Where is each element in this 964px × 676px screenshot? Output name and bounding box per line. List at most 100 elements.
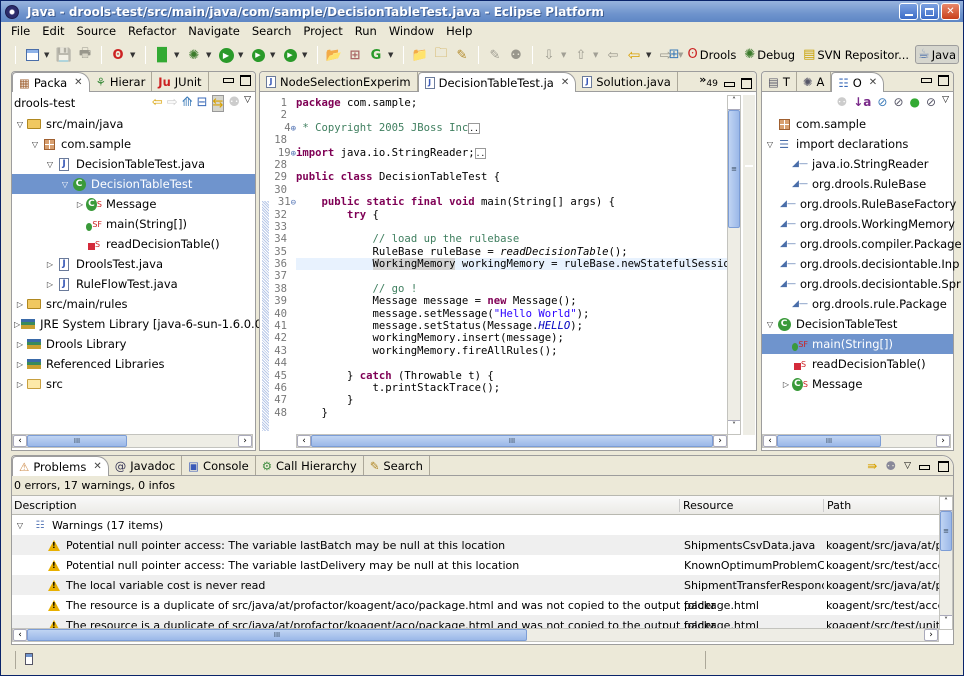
problems-vscroll[interactable]: ˄ ≡ ˅: [939, 496, 953, 630]
code-line[interactable]: message.setMessage("Hello World");: [296, 308, 728, 320]
tab-search[interactable]: ✎ Search: [364, 456, 430, 475]
code-line[interactable]: public static final void main(String[] a…: [296, 196, 728, 208]
tab-close-icon[interactable]: ✕: [869, 77, 877, 88]
twisty-open-icon[interactable]: ▽: [764, 140, 776, 149]
tree-item[interactable]: SF main(String[]): [762, 334, 953, 354]
tab-javadoc[interactable]: @ Javadoc: [109, 456, 183, 475]
code-line[interactable]: }: [296, 394, 728, 406]
code-line[interactable]: [296, 134, 728, 146]
maximize-button[interactable]: [920, 3, 939, 20]
maximize-view-button[interactable]: [938, 75, 949, 86]
tree-item[interactable]: ▷ C S Message: [12, 194, 255, 214]
scroll-thumb[interactable]: III: [311, 435, 713, 447]
code-line[interactable]: t.printStackTrace();: [296, 382, 728, 394]
tab-problems[interactable]: ⚠ Problems ✕: [12, 456, 109, 476]
tree-item[interactable]: ▽ C DecisionTableTest: [12, 174, 255, 194]
scroll-thumb[interactable]: III: [27, 629, 527, 641]
tab-close-icon[interactable]: ✕: [93, 461, 101, 472]
focus-on-active-icon[interactable]: ⇛: [867, 459, 877, 473]
package-explorer-hscroll[interactable]: ‹ III ›: [12, 434, 253, 448]
last-edit-location-icon[interactable]: ⇦: [604, 46, 622, 64]
perspective-drools[interactable]: ʘ Drools: [686, 46, 739, 63]
problem-row[interactable]: Potential null pointer access: The varia…: [12, 555, 939, 575]
menu-project[interactable]: Project: [297, 24, 348, 38]
code-line[interactable]: import java.io.StringReader;..: [296, 147, 728, 159]
back-icon[interactable]: ⇦: [152, 95, 163, 112]
tree-item[interactable]: com.sample: [762, 114, 953, 134]
twisty-open-icon[interactable]: ▽: [59, 180, 71, 189]
twisty-closed-icon[interactable]: ▷: [74, 200, 86, 209]
tree-item[interactable]: ◢— org.drools.decisiontable.Spr: [762, 274, 961, 294]
twisty-open-icon[interactable]: ▽: [14, 521, 26, 530]
perspective-java[interactable]: ☕ Java: [915, 45, 959, 64]
maximize-view-button[interactable]: [240, 75, 251, 86]
code-area[interactable]: package com.sample; * Copyright 2005 JBo…: [296, 97, 728, 437]
hide-local-types-icon[interactable]: ⊘: [926, 95, 936, 109]
hide-fields-icon[interactable]: ⊘: [877, 95, 887, 109]
tab-solution-java[interactable]: J Solution.java: [576, 72, 678, 91]
minimize-view-button[interactable]: [919, 465, 930, 470]
scroll-thumb[interactable]: III: [777, 435, 881, 447]
menu-window[interactable]: Window: [383, 24, 440, 38]
menu-search[interactable]: Search: [246, 24, 298, 38]
tab-a[interactable]: ✺ A: [797, 72, 832, 91]
problem-row[interactable]: The local variable cost is never read Shi…: [12, 575, 939, 595]
minimize-view-button[interactable]: [921, 78, 932, 83]
menu-navigate[interactable]: Navigate: [182, 24, 246, 38]
editor-overflow[interactable]: »49: [699, 73, 718, 89]
hide-nonpublic-icon[interactable]: ●: [910, 95, 920, 109]
new-java-project-icon[interactable]: 📂: [325, 46, 343, 64]
code-line[interactable]: public class DecisionTableTest {: [296, 171, 728, 183]
twisty-open-icon[interactable]: ▽: [29, 140, 41, 149]
tree-item[interactable]: ▷ src: [12, 374, 255, 394]
new-wizard-icon[interactable]: [23, 46, 41, 64]
code-line[interactable]: workingMemory.insert(message);: [296, 332, 728, 344]
open-type-icon[interactable]: 📁: [411, 46, 429, 64]
code-line[interactable]: try {: [296, 209, 728, 221]
tree-item[interactable]: ◢— org.drools.RuleBaseFactory: [762, 194, 956, 214]
forward-icon[interactable]: ⇨: [167, 95, 178, 112]
code-line[interactable]: [296, 184, 728, 196]
twisty-open-icon[interactable]: ▽: [764, 320, 776, 329]
tree-item[interactable]: ▷ J RuleFlowTest.java: [12, 274, 255, 294]
scroll-up-icon[interactable]: ˄: [728, 96, 740, 110]
twisty-open-icon[interactable]: ▽: [14, 120, 26, 129]
perspective-debug[interactable]: ✺ Debug: [742, 46, 797, 63]
editor-hscroll[interactable]: ‹ III ›: [296, 434, 728, 448]
overview-ruler[interactable]: [743, 95, 755, 435]
tree-item[interactable]: ◢— org.drools.WorkingMemory: [762, 214, 955, 234]
scroll-thumb[interactable]: III: [27, 435, 127, 447]
tab-call-hierarchy[interactable]: ⚙ Call Hierarchy: [256, 456, 364, 475]
next-annotation-icon[interactable]: ⇩: [540, 46, 558, 64]
run-history-icon[interactable]: ▶: [249, 46, 267, 64]
tree-item[interactable]: ▽ C DecisionTableTest: [762, 314, 953, 334]
tree-item[interactable]: ▷ Drools Library: [12, 334, 255, 354]
code-line[interactable]: [296, 357, 728, 369]
code-line[interactable]: RuleBase ruleBase = readDecisionTable();: [296, 246, 728, 258]
twisty-closed-icon[interactable]: ▷: [780, 380, 792, 389]
problem-row[interactable]: The resource is a duplicate of src/java/…: [12, 595, 939, 615]
save-icon[interactable]: 💾: [55, 46, 73, 64]
code-line[interactable]: // load up the rulebase: [296, 233, 728, 245]
tab-t[interactable]: ▤ T: [762, 72, 797, 91]
tree-item[interactable]: SF main(String[]): [12, 214, 255, 234]
open-task-icon[interactable]: 🗀: [432, 46, 450, 64]
tree-item[interactable]: ◢— org.drools.decisiontable.Inp: [762, 254, 959, 274]
run-icon[interactable]: ▶: [217, 46, 235, 64]
twisty-closed-icon[interactable]: ▷: [44, 260, 56, 269]
column-path[interactable]: Path: [823, 498, 851, 512]
vscroll-thumb[interactable]: ≡: [728, 110, 740, 228]
scroll-right-icon[interactable]: ›: [936, 435, 950, 447]
tree-item[interactable]: ▽ src/main/java: [12, 114, 255, 134]
mark-occurrences-icon[interactable]: ✎: [486, 46, 504, 64]
column-resource[interactable]: Resource: [679, 498, 733, 512]
scroll-down-icon[interactable]: ˅: [728, 420, 740, 434]
back-icon[interactable]: ⇦: [625, 46, 643, 64]
code-line[interactable]: [296, 159, 728, 171]
tree-item[interactable]: ▽ com.sample: [12, 134, 255, 154]
tab-o[interactable]: ☷ O ✕: [831, 72, 885, 92]
code-line[interactable]: [296, 109, 728, 121]
tab-close-icon[interactable]: ✕: [74, 77, 82, 88]
debug-icon[interactable]: ✺: [185, 46, 203, 64]
scroll-up-icon[interactable]: ˄: [940, 497, 952, 511]
